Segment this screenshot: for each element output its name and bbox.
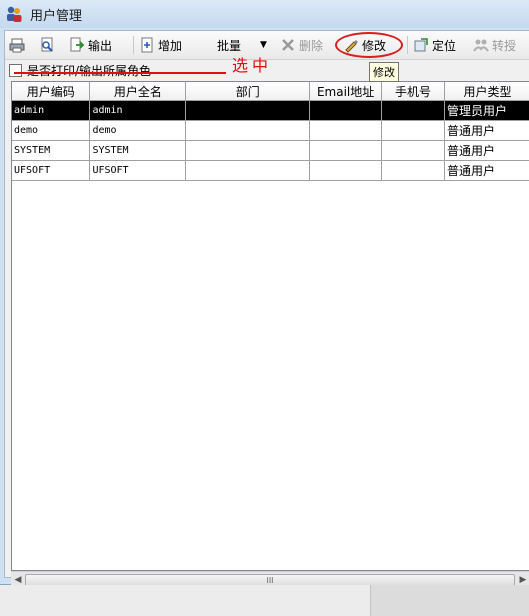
preview-button[interactable]	[39, 34, 55, 56]
email-cell[interactable]	[309, 160, 383, 181]
selected-underline-mark	[14, 72, 226, 74]
phone-cell[interactable]	[381, 120, 445, 141]
print-button[interactable]	[9, 34, 25, 56]
users-app-icon	[7, 6, 22, 22]
scroll-right-arrow-icon[interactable]: ▶	[518, 575, 528, 585]
user-type-cell[interactable]: 普通用户	[444, 120, 529, 141]
email-cell[interactable]	[309, 100, 383, 121]
column-header[interactable]: 手机号	[381, 82, 445, 101]
delete-label: 删除	[299, 38, 324, 53]
selected-annotation: 选中	[232, 56, 273, 75]
add-button[interactable]: 增加	[139, 34, 182, 56]
phone-cell[interactable]	[381, 140, 445, 161]
dropdown-arrow-icon: ▼	[260, 40, 267, 50]
locate-icon	[414, 38, 428, 52]
client-area: 输出 增加 批量 ▼ 删除 修改 定位 转授 是否打印/输出所属角色 用户编码 …	[4, 30, 529, 588]
user-type-cell[interactable]: 普通用户	[444, 140, 529, 161]
column-header[interactable]: 用户全名	[89, 82, 187, 101]
print-roles-label: 是否打印/输出所属角色	[27, 63, 152, 78]
table-row[interactable]: UFSOFT UFSOFT 普通用户	[12, 160, 529, 181]
locate-label: 定位	[432, 38, 457, 53]
email-cell[interactable]	[309, 120, 383, 141]
user-table: 用户编码 用户全名 部门 Email地址 手机号 用户类型 admin admi…	[11, 81, 529, 571]
print-roles-option[interactable]: 是否打印/输出所属角色	[9, 61, 151, 79]
scroll-left-arrow-icon[interactable]: ◀	[13, 575, 23, 585]
user-grid: 用户编码 用户全名 部门 Email地址 手机号 用户类型 admin admi…	[12, 82, 529, 181]
background-panel	[370, 585, 529, 616]
add-document-icon	[141, 37, 153, 53]
toolbar-separator	[133, 36, 134, 54]
print-roles-checkbox[interactable]	[9, 63, 22, 77]
modify-highlight-circle	[335, 32, 403, 58]
department-cell[interactable]	[185, 120, 311, 141]
user-code-cell[interactable]: UFSOFT	[12, 160, 91, 181]
printer-icon	[9, 38, 25, 53]
add-label: 增加	[158, 38, 183, 53]
department-cell[interactable]	[185, 100, 311, 121]
user-type-cell[interactable]: 管理员用户	[444, 100, 529, 121]
user-code-cell[interactable]: admin	[12, 100, 91, 121]
email-cell[interactable]	[309, 140, 383, 161]
scrollbar-grip: III	[266, 576, 274, 585]
export-icon	[70, 37, 85, 52]
user-management-window: 用户管理 输出 增加 批量 ▼ 删除 修改 定位 转授 是否打印/输出所属角色 …	[0, 0, 529, 588]
user-name-cell[interactable]: admin	[89, 100, 187, 121]
toolbar-separator	[407, 36, 408, 54]
title-bar[interactable]: 用户管理	[0, 0, 529, 28]
column-header[interactable]: 用户类型	[444, 82, 529, 101]
table-row[interactable]: admin admin 管理员用户	[12, 100, 529, 121]
department-cell[interactable]	[185, 160, 311, 181]
background-area	[0, 585, 529, 616]
column-header[interactable]: Email地址	[309, 82, 383, 101]
user-code-cell[interactable]: demo	[12, 120, 91, 141]
user-name-cell[interactable]: demo	[89, 120, 187, 141]
table-header-row: 用户编码 用户全名 部门 Email地址 手机号 用户类型	[12, 82, 529, 101]
table-row[interactable]: demo demo 普通用户	[12, 120, 529, 141]
delete-button[interactable]: 删除	[280, 34, 323, 56]
user-name-cell[interactable]: UFSOFT	[89, 160, 187, 181]
window-title: 用户管理	[30, 9, 83, 24]
transfer-button[interactable]: 转授	[473, 34, 516, 56]
user-name-cell[interactable]: SYSTEM	[89, 140, 187, 161]
phone-cell[interactable]	[381, 160, 445, 181]
user-type-cell[interactable]: 普通用户	[444, 160, 529, 181]
table-row[interactable]: SYSTEM SYSTEM 普通用户	[12, 140, 529, 161]
export-button[interactable]: 输出	[69, 34, 112, 56]
transfer-label: 转授	[492, 38, 517, 53]
user-code-cell[interactable]: SYSTEM	[12, 140, 91, 161]
phone-cell[interactable]	[381, 100, 445, 121]
column-header[interactable]: 用户编码	[12, 82, 91, 101]
column-header[interactable]: 部门	[185, 82, 311, 101]
locate-button[interactable]: 定位	[413, 34, 456, 56]
print-preview-icon	[41, 37, 53, 52]
delete-x-icon	[282, 39, 294, 51]
transfer-users-icon	[473, 39, 489, 52]
department-cell[interactable]	[185, 140, 311, 161]
modify-tooltip: 修改	[369, 62, 399, 82]
export-label: 输出	[88, 38, 113, 53]
batch-label: 批量	[217, 38, 242, 53]
